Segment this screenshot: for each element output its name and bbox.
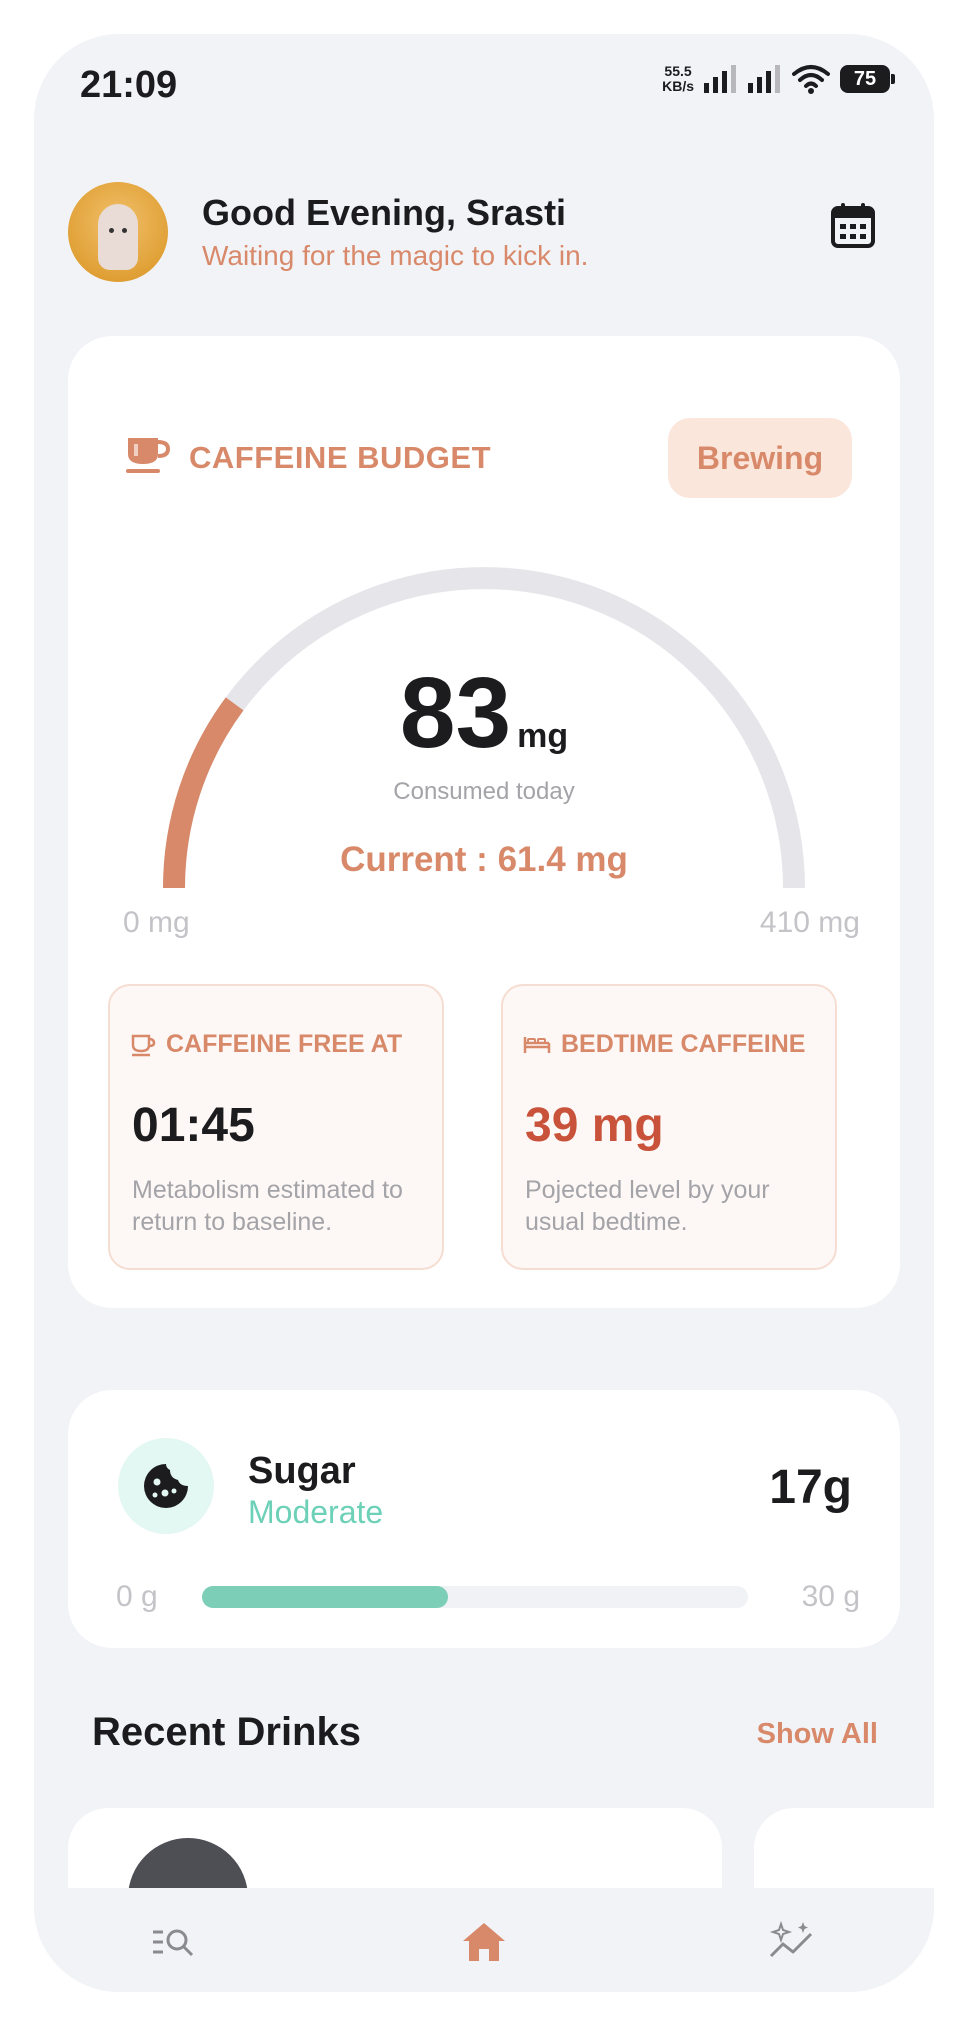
status-bar: 21:09 55.5 KB/s 75 (34, 34, 934, 134)
drink-thumbnail (128, 1838, 248, 1888)
avatar-eye-right (122, 228, 127, 233)
gauge-max-label: 410 mg (759, 906, 860, 939)
avatar[interactable] (68, 182, 168, 282)
bedtime-caffeine-description: Pojected level by your usual bedtime. (525, 1176, 770, 1236)
net-speed-value: 55.5 (664, 63, 692, 79)
bedtime-caffeine-label: BEDTIME CAFFEINE (561, 1030, 806, 1058)
caffeine-free-label: CAFFEINE FREE AT (166, 1030, 403, 1058)
sugar-max-label: 30 g (801, 1580, 860, 1613)
avatar-ghost-figure (98, 204, 138, 270)
caffeine-free-at-card: CAFFEINE FREE AT 01:45 Metabolism estima… (108, 984, 444, 1270)
consumed-value: 83 (399, 657, 512, 769)
consumed-label: Consumed today (393, 778, 575, 805)
bottom-nav (34, 1890, 934, 1992)
greeting-header: Good Evening, Srasti Waiting for the mag… (68, 182, 900, 292)
avatar-eye-left (109, 228, 114, 233)
recent-drinks-title: Recent Drinks (92, 1710, 361, 1754)
battery-indicator: 75 (840, 65, 895, 93)
gauge-min-label: 0 mg (123, 906, 190, 939)
calendar-icon[interactable] (828, 200, 878, 250)
show-all-link[interactable]: Show All (757, 1718, 878, 1751)
caffeine-free-header: CAFFEINE FREE AT (130, 1030, 402, 1059)
home-icon[interactable] (454, 1912, 514, 1972)
greeting-subtitle: Waiting for the magic to kick in. (202, 240, 589, 271)
sugar-card[interactable]: Sugar Moderate 17g 0 g 30 g (68, 1390, 900, 1648)
net-speed-unit: KB/s (662, 78, 694, 94)
phone-screen: 21:09 55.5 KB/s 75 Good Evening, Srasti … (34, 34, 934, 1992)
bedtime-caffeine-card: BEDTIME CAFFEINE 39 mg Pojected level by… (501, 984, 837, 1270)
search-list-icon[interactable] (144, 1912, 204, 1972)
net-speed: 55.5 KB/s (662, 64, 694, 94)
coffee-cup-icon (126, 438, 170, 473)
caffeine-budget-title: CAFFEINE BUDGET (189, 440, 491, 475)
sugar-progress-track (202, 1586, 748, 1608)
status-badge: Brewing (668, 418, 852, 498)
status-time: 21:09 (80, 64, 178, 106)
cookie-icon (118, 1438, 214, 1534)
wifi-icon (792, 65, 830, 94)
status-indicators: 55.5 KB/s 75 (662, 64, 895, 94)
sugar-title: Sugar (248, 1450, 356, 1492)
greeting-title: Good Evening, Srasti (202, 192, 567, 233)
sugar-min-label: 0 g (116, 1580, 158, 1613)
consumed-value-row: 83 mg (68, 656, 900, 771)
sugar-amount: 17g (769, 1461, 852, 1514)
current-caffeine-level: Current : 61.4 mg (340, 840, 628, 879)
sugar-progress-fill (202, 1586, 448, 1608)
cup-outline-icon (131, 1034, 156, 1056)
bed-icon (523, 1036, 551, 1053)
recent-drink-card-2[interactable] (754, 1808, 934, 1888)
sparkle-trend-icon[interactable] (762, 1912, 822, 1972)
caffeine-free-time: 01:45 (132, 1099, 255, 1152)
consumed-unit: mg (517, 717, 569, 755)
signal-icon-2 (748, 65, 780, 93)
caffeine-budget-card: CAFFEINE BUDGET Brewing 83 mg Consumed to… (68, 336, 900, 1308)
recent-drink-card[interactable] (68, 1808, 722, 1888)
bedtime-caffeine-value: 39 mg (525, 1099, 664, 1152)
sugar-level: Moderate (248, 1494, 384, 1530)
signal-icon (704, 65, 736, 93)
bedtime-caffeine-header: BEDTIME CAFFEINE (523, 1030, 805, 1059)
caffeine-free-description: Metabolism estimated to return to baseli… (132, 1176, 403, 1236)
